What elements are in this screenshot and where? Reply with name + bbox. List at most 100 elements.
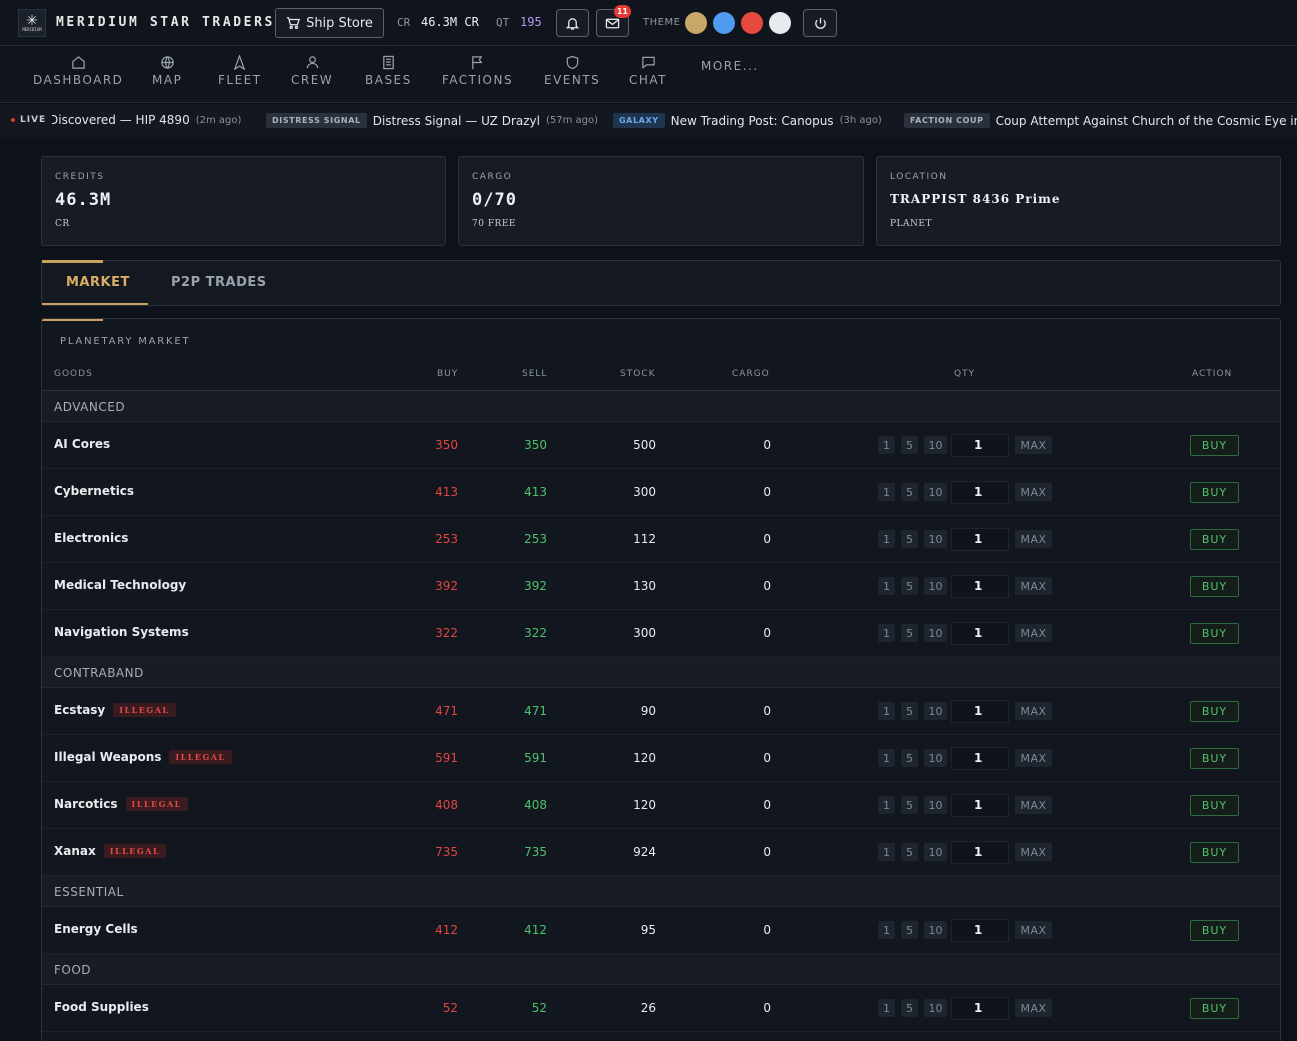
max-button[interactable]: MAX [1015,530,1052,548]
max-button[interactable]: MAX [1015,921,1052,939]
max-button[interactable]: MAX [1015,483,1052,501]
qty-5-button[interactable]: 5 [901,921,918,939]
quantity-input[interactable]: 1 [951,434,1009,457]
credits-amount: 46.3M [55,190,112,210]
qty-5-button[interactable]: 5 [901,702,918,720]
qty-1-button[interactable]: 1 [878,999,895,1017]
cargo-value: 0 [763,438,771,452]
tab-market[interactable]: MARKET [66,275,130,290]
max-button[interactable]: MAX [1015,999,1052,1017]
buy-button[interactable]: BUY [1190,920,1239,941]
quantity-input[interactable]: 1 [951,919,1009,942]
buy-button[interactable]: BUY [1190,576,1239,597]
col-goods: GOODS [54,369,93,379]
theme-red-swatch[interactable] [741,12,763,34]
quantity-input[interactable]: 1 [951,997,1009,1020]
quantity-input[interactable]: 1 [951,528,1009,551]
buy-price: 591 [435,751,458,765]
max-button[interactable]: MAX [1015,577,1052,595]
nav-map[interactable]: MAP [152,55,182,87]
buy-button[interactable]: BUY [1190,795,1239,816]
sell-price: 392 [524,579,547,593]
ticker-item[interactable]: GALAXY New Trading Post: Canopus (3h ago… [613,113,882,128]
quantity-input[interactable]: 1 [951,575,1009,598]
ticker-item[interactable]: FACTION COUP Coup Attempt Against Church… [904,113,1297,128]
goods-name: AI Cores [54,437,111,451]
qty-5-button[interactable]: 5 [901,843,918,861]
buy-button[interactable]: BUY [1190,482,1239,503]
theme-white-swatch[interactable] [769,12,791,34]
quantity-input[interactable]: 1 [951,747,1009,770]
sell-price: 471 [524,704,547,718]
qty-1-button[interactable]: 1 [878,436,895,454]
tab-accent [42,260,103,263]
buy-button[interactable]: BUY [1190,842,1239,863]
qty-10-button[interactable]: 10 [924,999,947,1017]
theme-blue-swatch[interactable] [713,12,735,34]
quantity-input[interactable]: 1 [951,481,1009,504]
max-button[interactable]: MAX [1015,702,1052,720]
qty-10-button[interactable]: 10 [924,749,947,767]
logo[interactable]: ✳ MERIDIUM [18,9,46,37]
qty-10-button[interactable]: 10 [924,530,947,548]
qty-10-button[interactable]: 10 [924,483,947,501]
qty-5-button[interactable]: 5 [901,577,918,595]
qty-5-button[interactable]: 5 [901,530,918,548]
theme-gold-swatch[interactable] [685,12,707,34]
qty-5-button[interactable]: 5 [901,796,918,814]
buy-button[interactable]: BUY [1190,998,1239,1019]
qty-5-button[interactable]: 5 [901,624,918,642]
qty-10-button[interactable]: 10 [924,843,947,861]
qty-1-button[interactable]: 1 [878,796,895,814]
nav-chat[interactable]: CHAT [629,55,667,87]
buy-button[interactable]: BUY [1190,701,1239,722]
qty-1-button[interactable]: 1 [878,624,895,642]
qty-5-button[interactable]: 5 [901,999,918,1017]
qty-1-button[interactable]: 1 [878,530,895,548]
qty-10-button[interactable]: 10 [924,624,947,642]
tab-p2p-trades[interactable]: P2P TRADES [171,275,267,290]
nav-dashboard[interactable]: DASHBOARD [33,55,123,87]
max-button[interactable]: MAX [1015,624,1052,642]
qty-1-button[interactable]: 1 [878,749,895,767]
qty-10-button[interactable]: 10 [924,577,947,595]
quantity-input[interactable]: 1 [951,700,1009,723]
qty-10-button[interactable]: 10 [924,702,947,720]
max-button[interactable]: MAX [1015,436,1052,454]
nav-more[interactable]: MORE... [701,59,759,73]
quantity-input[interactable]: 1 [951,794,1009,817]
qty-5-button[interactable]: 5 [901,483,918,501]
max-button[interactable]: MAX [1015,749,1052,767]
qty-10-button[interactable]: 10 [924,921,947,939]
nav-bases[interactable]: BASES [365,55,412,87]
notifications-button[interactable] [556,9,589,37]
qty-1-button[interactable]: 1 [878,577,895,595]
qty-5-button[interactable]: 5 [901,749,918,767]
buy-button[interactable]: BUY [1190,748,1239,769]
mail-button[interactable]: 11 [596,5,631,37]
stock-value: 500 [633,438,656,452]
max-button[interactable]: MAX [1015,843,1052,861]
qty-10-button[interactable]: 10 [924,436,947,454]
ticker-item[interactable]: DISTRESS SIGNAL Distress Signal — UZ Dra… [266,113,598,128]
quantity-input[interactable]: 1 [951,622,1009,645]
buy-button[interactable]: BUY [1190,435,1239,456]
nav-events[interactable]: EVENTS [544,55,600,87]
nav-fleet[interactable]: FLEET [218,55,262,87]
nav-crew[interactable]: CREW [291,55,333,87]
quantity-input[interactable]: 1 [951,841,1009,864]
qty-1-button[interactable]: 1 [878,702,895,720]
qty-1-button[interactable]: 1 [878,843,895,861]
ticker-item[interactable]: Discovered — HIP 4890 (2m ago) [52,113,241,127]
qty-5-button[interactable]: 5 [901,436,918,454]
logout-button[interactable] [803,9,837,37]
max-button[interactable]: MAX [1015,796,1052,814]
buy-button[interactable]: BUY [1190,623,1239,644]
illegal-badge: ILLEGAL [113,703,176,717]
nav-factions[interactable]: FACTIONS [442,55,513,87]
ship-store-button[interactable]: Ship Store [275,8,384,38]
qty-1-button[interactable]: 1 [878,483,895,501]
qty-10-button[interactable]: 10 [924,796,947,814]
buy-button[interactable]: BUY [1190,529,1239,550]
qty-1-button[interactable]: 1 [878,921,895,939]
